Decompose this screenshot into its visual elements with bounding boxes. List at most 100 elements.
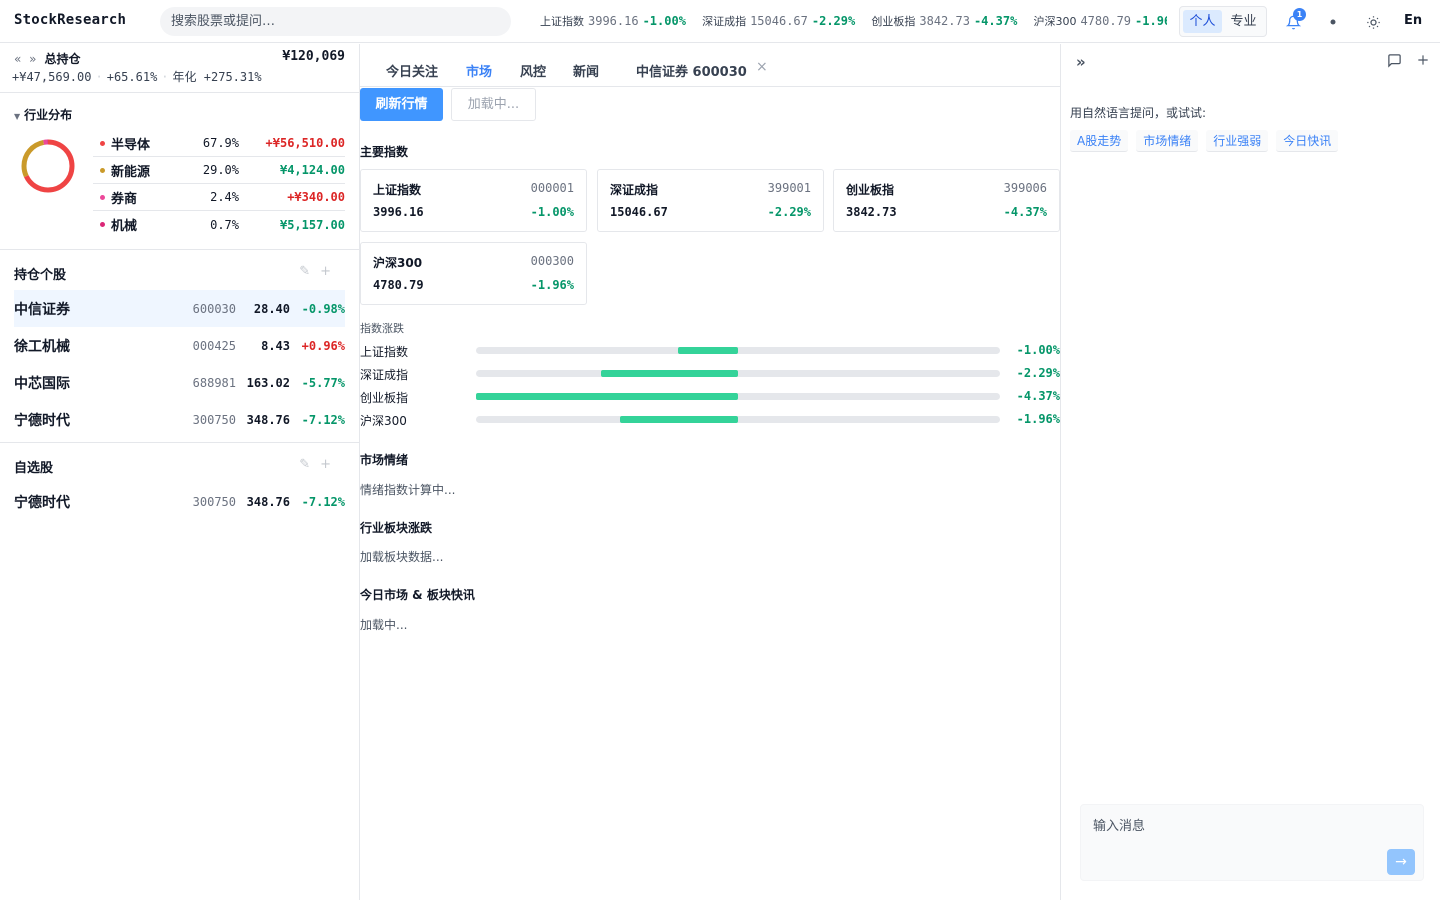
status-dot-icon[interactable] [1322, 11, 1344, 33]
chat-toolbar [1387, 53, 1430, 72]
index-bar-row: 沪深300 -1.96% [360, 411, 1060, 429]
tab-market[interactable]: 市场 [466, 61, 492, 80]
ticker-name: 深证成指 [702, 15, 747, 28]
industry-title: 行业分布 [24, 108, 73, 122]
industry-row[interactable]: 机械 0.7% ¥5,157.00 [93, 211, 345, 238]
position-row[interactable]: 徐工机械 000425 8.43 +0.96% [14, 327, 345, 364]
ticker-name: 创业板指 [871, 15, 916, 28]
panel-nav-arrows[interactable]: « » [14, 52, 39, 66]
brand-logo[interactable]: StockResearch [14, 12, 126, 28]
legend-dot-icon [100, 140, 105, 146]
ticker-value: 3842.73 [919, 14, 970, 28]
industry-name: 新能源 [111, 164, 151, 180]
index-card[interactable]: 上证指数 000001 3996.16 -1.00% [360, 169, 587, 232]
bar-track [476, 416, 1000, 423]
suggestion-chip[interactable]: 市场情绪 [1136, 130, 1199, 152]
tab-news[interactable]: 新闻 [573, 61, 599, 80]
bar-label: 上证指数 [360, 345, 409, 359]
ticker-change: -1.00% [642, 14, 686, 28]
index-card[interactable]: 深证成指 399001 15046.67 -2.29% [597, 169, 824, 232]
index-change: -4.37% [1003, 205, 1047, 219]
suggestion-chips: A股走势 市场情绪 行业强弱 今日快讯 [1070, 130, 1339, 152]
chat-message-input[interactable] [1080, 804, 1424, 881]
sector-title: 行业板块涨跌 [360, 521, 433, 535]
refresh-button[interactable]: 刷新行情 [360, 88, 443, 121]
index-value: 3996.16 [373, 205, 424, 219]
industry-row[interactable]: 券商 2.4% +¥340.00 [93, 184, 345, 211]
industry-section-toggle[interactable]: ▼ 行业分布 [14, 106, 72, 123]
search-input[interactable] [160, 7, 511, 36]
industry-donut-chart [21, 139, 75, 193]
new-chat-icon[interactable] [1416, 53, 1430, 72]
tab-risk[interactable]: 风控 [520, 61, 546, 80]
ticker-item[interactable]: 上证指数 3996.16 -1.00% [540, 13, 686, 29]
holdings-pnl: +¥47,569.00 [12, 70, 92, 84]
suggestion-chip[interactable]: A股走势 [1070, 130, 1129, 152]
index-value: 15046.67 [610, 205, 668, 219]
chat-hint: 用自然语言提问，或试试: [1070, 106, 1207, 120]
ticker-name: 上证指数 [540, 15, 584, 28]
stock-price: 348.76 [246, 494, 290, 509]
index-bar-row: 深证成指 -2.29% [360, 365, 1060, 383]
industry-pct: 0.7% [210, 217, 239, 232]
watchlist-row[interactable]: 宁德时代 300750 348.76 -7.12% [14, 483, 345, 520]
notification-badge: 1 [1293, 8, 1306, 21]
industry-row[interactable]: 半导体 67.9% +¥56,510.00 [93, 130, 345, 157]
ticker-item[interactable]: 沪深3004780.79-1.96% [1033, 13, 1167, 29]
tab-today[interactable]: 今日关注 [386, 61, 438, 80]
index-value: 3842.73 [846, 205, 897, 219]
position-row[interactable]: 中芯国际 688981 163.02 -5.77% [14, 364, 345, 401]
industry-name: 机械 [111, 219, 138, 234]
stock-code: 600030 [192, 301, 236, 316]
index-bar-row: 创业板指 -4.37% [360, 388, 1060, 406]
index-value: 4780.79 [373, 278, 424, 292]
stock-change: -0.98% [301, 301, 345, 316]
edit-icon[interactable]: ✎ [299, 457, 320, 472]
industry-name: 半导体 [111, 137, 151, 153]
stock-name: 宁德时代 [14, 494, 70, 511]
bar-track [476, 370, 1000, 377]
sentiment-status: 情绪指数计算中... [360, 483, 456, 497]
stock-change: +0.96% [301, 338, 345, 353]
industry-amount: +¥56,510.00 [265, 136, 345, 150]
major-indices-title: 主要指数 [360, 145, 409, 159]
watchlist-tools: ✎+ [299, 457, 341, 472]
close-tab-icon[interactable]: × [756, 59, 768, 75]
stock-price: 348.76 [246, 412, 290, 427]
chat-history-icon[interactable] [1387, 53, 1402, 72]
portfolio-panel: « » 总持仓 ¥120,069 +¥47,569.00 · +65.61% · 年化 +… [0, 44, 360, 900]
sun-icon[interactable] [1362, 11, 1384, 33]
industry-amount: ¥5,157.00 [279, 217, 345, 232]
suggestion-chip[interactable]: 行业强弱 [1206, 130, 1269, 152]
bar-value: -1.00% [1016, 343, 1060, 357]
edit-icon[interactable]: ✎ [299, 264, 320, 279]
send-button[interactable]: → [1387, 849, 1415, 875]
bar-label: 深证成指 [360, 368, 409, 382]
mode-pro-button[interactable]: 专业 [1224, 10, 1263, 33]
add-icon[interactable]: + [320, 457, 341, 472]
mode-personal-button[interactable]: 个人 [1183, 10, 1222, 33]
industry-row[interactable]: 新能源 29.0% ¥4,124.00 [93, 157, 345, 184]
ticker-item[interactable]: 创业板指 3842.73 -4.37% [871, 13, 1017, 29]
stock-code: 300750 [192, 494, 236, 509]
stock-price: 163.02 [246, 375, 290, 390]
position-row[interactable]: 宁德时代 300750 348.76 -7.12% [14, 401, 345, 438]
chat-panel: » 用自然语言提问，或试试: A股走势 市场情绪 行业强弱 今日快讯 → [1060, 44, 1440, 900]
tab-stock-detail[interactable]: 中信证券 600030 [636, 61, 747, 80]
stock-name: 徐工机械 [14, 338, 70, 355]
collapse-panel-icon[interactable]: » [1076, 53, 1086, 71]
industry-name: 券商 [111, 191, 138, 207]
add-icon[interactable]: + [320, 264, 341, 279]
bar-fill [620, 416, 738, 423]
suggestion-chip[interactable]: 今日快讯 [1276, 130, 1339, 152]
loading-button[interactable]: 加载中... [451, 88, 536, 121]
positions-title: 持仓个股 [14, 268, 67, 283]
watchlist-title: 自选股 [14, 461, 54, 476]
ticker-item[interactable]: 深证成指 15046.67 -2.29% [702, 13, 855, 29]
language-toggle[interactable]: En [1404, 13, 1422, 28]
index-card[interactable]: 沪深300 000300 4780.79 -1.96% [360, 242, 587, 305]
industry-amount: +¥340.00 [287, 190, 345, 204]
index-card[interactable]: 创业板指 399006 3842.73 -4.37% [833, 169, 1060, 232]
news-flash-status: 加载中... [360, 618, 408, 632]
position-row[interactable]: 中信证券 600030 28.40 -0.98% [14, 290, 345, 327]
